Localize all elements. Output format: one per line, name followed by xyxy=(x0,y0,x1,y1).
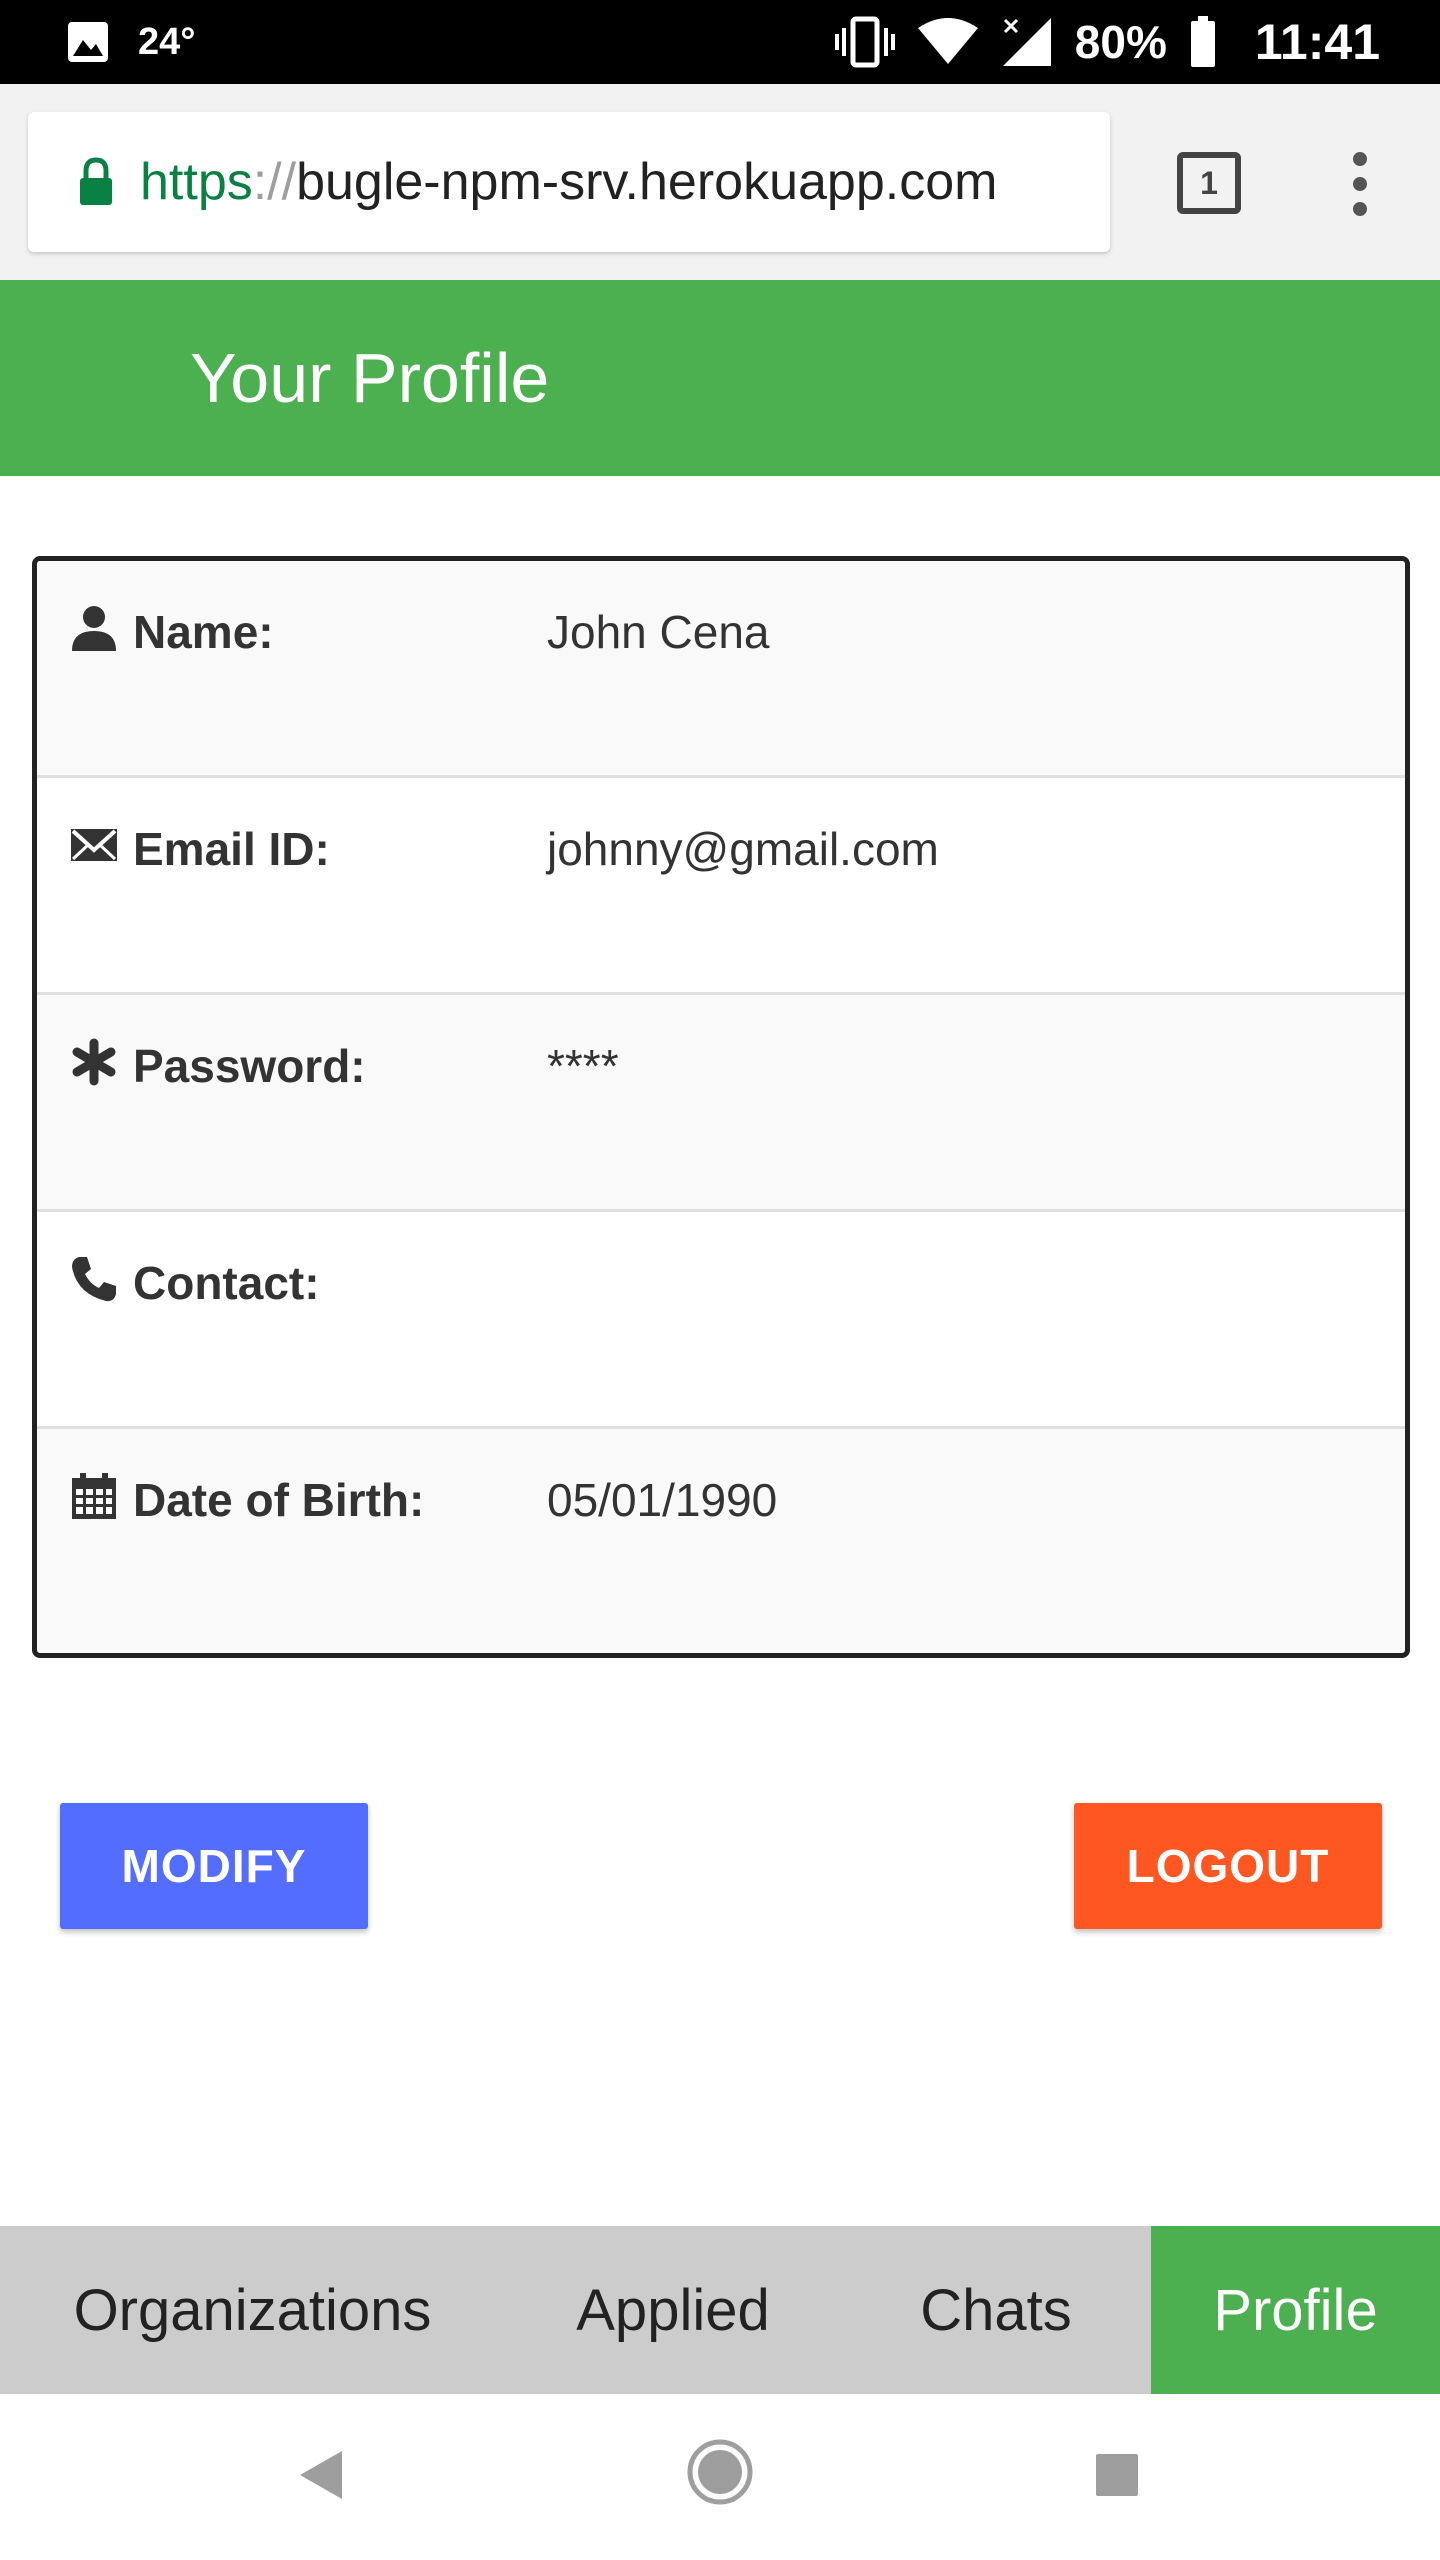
browser-toolbar: https://bugle-npm-srv.herokuapp.com 1 xyxy=(0,84,1440,280)
nav-item-profile[interactable]: Profile xyxy=(1151,2226,1440,2394)
contact-label: Contact: xyxy=(133,1257,320,1309)
url-text: https://bugle-npm-srv.herokuapp.com xyxy=(140,152,997,212)
logout-button[interactable]: LOGOUT xyxy=(1074,1803,1382,1929)
home-icon[interactable] xyxy=(686,2438,754,2506)
menu-dot xyxy=(1353,177,1367,191)
status-bar: 24° 80% 11:41 xyxy=(0,0,1440,84)
bottom-nav: Organizations Applied Chats Profile xyxy=(0,2226,1440,2394)
password-label: Password: xyxy=(133,1040,366,1092)
password-value: **** xyxy=(547,1040,619,1092)
profile-details-table: Name: John Cena Email ID: johnny@gmail.c… xyxy=(32,556,1410,1658)
page-title: Your Profile xyxy=(190,339,550,417)
browser-menu-button[interactable] xyxy=(1340,152,1380,216)
status-bar-left: 24° xyxy=(66,20,195,64)
app-header: Your Profile xyxy=(0,280,1440,476)
modify-button[interactable]: MODIFY xyxy=(60,1803,368,1929)
battery-icon xyxy=(1190,16,1215,67)
image-notification-icon xyxy=(68,22,108,62)
menu-dot xyxy=(1353,152,1367,166)
menu-dot xyxy=(1353,202,1367,216)
clock: 11:41 xyxy=(1254,14,1380,70)
email-value: johnny@gmail.com xyxy=(547,823,939,875)
name-label: Name: xyxy=(133,606,274,658)
calendar-icon xyxy=(72,1473,116,1519)
email-label: Email ID: xyxy=(133,823,330,875)
signal-icon xyxy=(1002,18,1051,66)
dob-value: 05/01/1990 xyxy=(547,1474,778,1526)
nav-item-applied[interactable]: Applied xyxy=(505,2226,841,2394)
url-scheme: https xyxy=(140,153,253,211)
wifi-icon xyxy=(917,18,978,64)
tab-switcher-button[interactable]: 1 xyxy=(1177,152,1241,214)
profile-row-password: Password: **** xyxy=(37,995,1405,1212)
url-host: bugle-npm-srv.herokuapp.com xyxy=(296,153,998,211)
dob-label: Date of Birth: xyxy=(133,1474,425,1526)
profile-row-name: Name: John Cena xyxy=(37,561,1405,778)
recent-apps-icon[interactable] xyxy=(1096,2454,1138,2496)
profile-row-contact: Contact: xyxy=(37,1212,1405,1429)
nav-item-chats[interactable]: Chats xyxy=(841,2226,1151,2394)
profile-row-email: Email ID: johnny@gmail.com xyxy=(37,778,1405,995)
vibrate-icon xyxy=(834,16,895,68)
back-icon[interactable] xyxy=(298,2449,344,2501)
phone-icon xyxy=(72,1257,116,1302)
user-icon xyxy=(72,606,116,651)
lock-icon xyxy=(80,157,112,205)
asterisk-icon xyxy=(72,1038,116,1086)
tab-count: 1 xyxy=(1200,164,1218,201)
battery-percent: 80% xyxy=(1074,16,1167,68)
temperature: 24° xyxy=(138,20,196,63)
url-bar[interactable]: https://bugle-npm-srv.herokuapp.com xyxy=(28,112,1110,252)
nav-item-organizations[interactable]: Organizations xyxy=(0,2226,505,2394)
status-bar-right: 80% 11:41 xyxy=(834,14,1380,70)
envelope-icon xyxy=(71,829,117,861)
system-nav-bar xyxy=(0,2394,1440,2560)
name-value: John Cena xyxy=(547,606,770,658)
profile-row-dob: Date of Birth: 05/01/1990 xyxy=(37,1429,1405,1649)
url-separator: :// xyxy=(252,153,297,211)
